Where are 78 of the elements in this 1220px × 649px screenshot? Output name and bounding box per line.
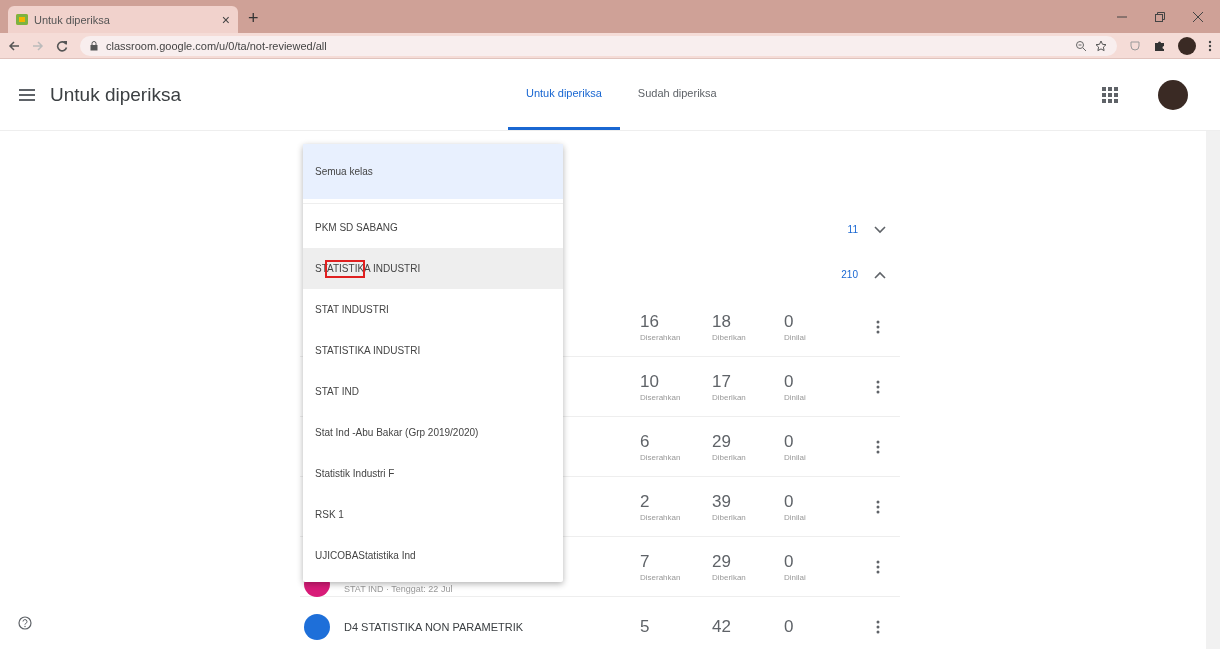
stat-value: 0 xyxy=(784,551,795,572)
menu-item[interactable]: PKM SD SABANG xyxy=(303,207,563,248)
stat-label: Diberikan xyxy=(712,392,747,402)
stat-label: Dinilai xyxy=(784,512,807,522)
more-icon[interactable] xyxy=(876,619,880,634)
more-icon[interactable] xyxy=(876,559,880,574)
apps-grid-icon[interactable] xyxy=(1102,86,1118,103)
avatar[interactable] xyxy=(1158,79,1188,110)
stat-value: 0 xyxy=(784,311,795,332)
zoom-icon[interactable] xyxy=(1075,39,1087,52)
classroom-icon xyxy=(16,14,28,25)
more-icon[interactable] xyxy=(876,379,880,394)
tab-title: Untuk diperiksa xyxy=(34,13,111,26)
stat-label: Diberikan xyxy=(712,512,747,522)
count-label: 11 xyxy=(847,224,858,235)
page-tab[interactable]: Sudah diperiksa xyxy=(619,59,735,130)
stat-value: 29 xyxy=(712,551,732,572)
close-icon[interactable] xyxy=(1192,10,1204,23)
new-tab-button[interactable]: + xyxy=(248,8,259,29)
stat-value: 0 xyxy=(784,616,795,637)
browser-tab[interactable]: Untuk diperiksa × xyxy=(8,6,238,33)
stat-label: Dinilai xyxy=(784,392,807,402)
menu-item[interactable]: RSK 1 xyxy=(303,494,563,535)
stat-value: 6 xyxy=(640,431,651,452)
stat-label: Diserahkan xyxy=(640,512,682,522)
count-label: 210 xyxy=(841,269,858,280)
stat-value: 10 xyxy=(640,371,660,392)
stat-value: 18 xyxy=(712,311,732,332)
stat-value: 5 xyxy=(640,616,651,637)
stat-value: 42 xyxy=(712,616,732,637)
more-icon[interactable] xyxy=(876,499,880,514)
address-bar[interactable]: classroom.google.com/u/0/ta/not-reviewed/all xyxy=(80,35,1117,56)
page-title: Untuk diperiksa xyxy=(50,83,181,106)
restore-icon[interactable] xyxy=(1154,10,1166,23)
chevron-icon[interactable] xyxy=(874,225,886,234)
stat-label: Diserahkan xyxy=(640,392,682,402)
more-icon[interactable] xyxy=(876,319,880,334)
stat-value: 29 xyxy=(712,431,732,452)
page-tab[interactable]: Untuk diperiksa xyxy=(508,59,620,130)
stat-label: Dinilai xyxy=(784,572,807,582)
stat-label: Dinilai xyxy=(784,452,807,462)
menu-item[interactable]: Semua kelas xyxy=(303,144,563,199)
stat-value: 0 xyxy=(784,431,795,452)
assignment-subtitle: STAT IND · Tenggat: 22 Jul xyxy=(344,583,453,594)
puzzle-icon[interactable] xyxy=(1153,39,1166,52)
stat-label: Dinilai xyxy=(784,332,807,342)
menu-item[interactable]: Statistik Industri F xyxy=(303,453,563,494)
menu-item[interactable]: STAT IND xyxy=(303,371,563,412)
menu-item[interactable]: STATISTIKA INDUSTRI xyxy=(303,330,563,371)
star-icon[interactable] xyxy=(1095,39,1107,52)
help-icon[interactable] xyxy=(18,616,32,630)
menu-icon[interactable] xyxy=(18,87,36,102)
stat-value: 16 xyxy=(640,311,660,332)
url-text: classroom.google.com/u/0/ta/not-reviewed/all xyxy=(106,39,327,52)
stat-label: Diberikan xyxy=(712,452,747,462)
menu-item[interactable]: Stat Ind -Abu Bakar (Grp 2019/2020) xyxy=(303,412,563,453)
stat-value: 39 xyxy=(712,491,732,512)
lock-icon xyxy=(90,40,98,51)
more-icon[interactable] xyxy=(876,439,880,454)
stat-value: 0 xyxy=(784,491,795,512)
stat-label: Diserahkan xyxy=(640,332,682,342)
stat-value: 0 xyxy=(784,371,795,392)
avatar[interactable] xyxy=(1178,36,1196,55)
stat-label: Diserahkan xyxy=(640,572,682,582)
menu-item[interactable]: STAT INDUSTRI xyxy=(303,289,563,330)
chevron-icon[interactable] xyxy=(874,270,886,279)
back-arrow-icon[interactable] xyxy=(8,39,20,52)
stat-value: 7 xyxy=(640,551,651,572)
stat-value: 17 xyxy=(712,371,732,392)
menu-item[interactable]: UJICOBAStatistika Ind xyxy=(303,535,563,576)
close-tab-button[interactable]: × xyxy=(221,11,230,28)
stat-label: Diberikan xyxy=(712,332,747,342)
stat-value: 2 xyxy=(640,491,651,512)
reload-icon[interactable] xyxy=(56,39,68,52)
stat-label: Diserahkan xyxy=(640,452,682,462)
more-icon[interactable] xyxy=(1208,39,1212,52)
stat-label: Diberikan xyxy=(712,572,747,582)
assignment-title[interactable]: D4 STATISTIKA NON PARAMETRIK xyxy=(344,620,524,633)
